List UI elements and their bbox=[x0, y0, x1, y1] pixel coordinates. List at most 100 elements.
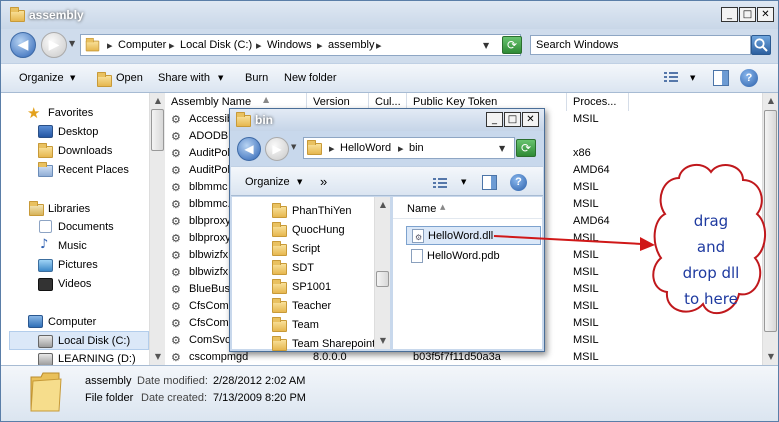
refresh-icon[interactable]: ⟳ bbox=[502, 36, 522, 54]
bin-close-button[interactable]: ✕ bbox=[522, 112, 539, 127]
cell-name: AuditPol bbox=[189, 164, 230, 176]
scroll-up-icon[interactable]: ▲ bbox=[150, 93, 166, 109]
breadcrumb-separator: ▸ bbox=[169, 40, 175, 52]
recent-pages-chevron-icon[interactable]: ▼ bbox=[291, 143, 296, 151]
recent-pages-chevron-icon[interactable]: ▼ bbox=[69, 39, 75, 48]
assembly-icon: ⚙ bbox=[171, 113, 181, 126]
nav-libraries[interactable]: Libraries bbox=[48, 203, 90, 215]
scroll-up-icon[interactable]: ▲ bbox=[375, 197, 391, 213]
nav-downloads[interactable]: Downloads bbox=[58, 145, 112, 157]
folder-tree-item[interactable]: Team bbox=[272, 317, 374, 334]
breadcrumb-local-disk[interactable]: Local Disk (C:) bbox=[180, 39, 252, 51]
bin-maximize-button[interactable]: □ bbox=[504, 112, 521, 127]
bin-minimize-button[interactable]: _ bbox=[486, 112, 503, 127]
back-button[interactable]: ◀ bbox=[10, 32, 36, 58]
address-dropdown-icon[interactable]: ▼ bbox=[499, 144, 505, 153]
folder-tree-label: Teacher bbox=[292, 300, 332, 312]
view-options-icon[interactable] bbox=[432, 176, 448, 190]
preview-pane-icon[interactable] bbox=[713, 70, 729, 86]
folder-tree-item[interactable]: SP1001 bbox=[272, 279, 374, 296]
help-icon[interactable]: ? bbox=[510, 174, 527, 191]
search-input[interactable]: Search Windows bbox=[530, 35, 751, 55]
bin-title-bar[interactable]: bin _ □ ✕ bbox=[230, 109, 544, 131]
bin-col-name[interactable]: Name ▲ bbox=[393, 197, 542, 219]
scroll-down-icon[interactable]: ▼ bbox=[763, 349, 778, 365]
desktop-icon bbox=[38, 125, 53, 138]
assembly-icon: ⚙ bbox=[171, 147, 181, 160]
callout-text-line: drop dll bbox=[682, 264, 740, 282]
folder-tree-label: Team Sharepoint bbox=[292, 338, 376, 350]
help-icon[interactable]: ? bbox=[740, 69, 758, 87]
bin-breadcrumb-bin[interactable]: bin bbox=[409, 142, 424, 154]
maximize-button[interactable]: □ bbox=[739, 7, 756, 22]
new-folder-button[interactable]: New folder bbox=[284, 72, 337, 84]
bin-tree-scrollbar[interactable]: ▲ ▼ bbox=[374, 197, 390, 349]
details-created-label: Date created: bbox=[141, 392, 208, 404]
bin-tree-scroll-thumb[interactable] bbox=[376, 271, 389, 287]
breadcrumb-assembly[interactable]: assembly bbox=[328, 39, 374, 51]
cell-name: blbproxy bbox=[189, 232, 231, 244]
nav-favorites[interactable]: Favorites bbox=[48, 107, 93, 119]
bin-breadcrumb-helloword[interactable]: HelloWord bbox=[340, 142, 391, 154]
nav-learning-drive[interactable]: LEARNING (D:) bbox=[58, 353, 136, 365]
organize-button[interactable]: Organize bbox=[19, 72, 64, 84]
breadcrumb-windows[interactable]: Windows bbox=[267, 39, 312, 51]
nav-videos[interactable]: Videos bbox=[58, 278, 91, 290]
nav-desktop[interactable]: Desktop bbox=[58, 126, 98, 138]
folder-tree-item[interactable]: Team Sharepoint bbox=[272, 336, 376, 353]
nav-scrollbar[interactable]: ▲ ▼ bbox=[149, 93, 165, 365]
cell-name: CfsComr bbox=[189, 300, 233, 312]
breadcrumb-computer[interactable]: Computer bbox=[118, 39, 166, 51]
bin-command-bar: Organize ▼ » ▼ ? bbox=[231, 166, 543, 196]
open-button[interactable]: Open bbox=[116, 72, 143, 84]
folder-icon bbox=[272, 279, 287, 294]
title-bar[interactable]: assembly _ □ ✕ bbox=[1, 1, 778, 29]
close-button[interactable]: ✕ bbox=[757, 7, 774, 22]
navigation-pane: ★ Favorites Desktop Downloads Recent Pla… bbox=[1, 93, 149, 366]
nav-local-disk[interactable]: Local Disk (C:) bbox=[58, 335, 130, 347]
folder-tree-item[interactable]: PhanThiYen bbox=[272, 203, 374, 220]
cell-proc: x86 bbox=[573, 147, 591, 159]
bin-forward-button[interactable]: ▶ bbox=[265, 137, 289, 161]
share-with-button[interactable]: Share with bbox=[158, 72, 210, 84]
folder-tree-item[interactable]: Script bbox=[272, 241, 374, 258]
cell-name: BlueBusi bbox=[189, 283, 233, 295]
forward-button[interactable]: ▶ bbox=[41, 32, 67, 58]
refresh-icon[interactable]: ⟳ bbox=[516, 139, 536, 157]
cell-proc: MSIL bbox=[573, 300, 599, 312]
search-icon[interactable] bbox=[751, 35, 771, 55]
scroll-down-icon[interactable]: ▼ bbox=[375, 333, 391, 349]
breadcrumb-separator: ▸ bbox=[376, 40, 382, 52]
more-commands-button[interactable]: » bbox=[320, 174, 327, 189]
bin-address-bar[interactable]: ▸ HelloWord ▸ bin ▼ bbox=[303, 137, 515, 159]
address-dropdown-icon[interactable]: ▼ bbox=[483, 41, 489, 50]
folder-tree-item[interactable]: Teacher bbox=[272, 298, 374, 315]
downloads-folder-icon bbox=[38, 143, 53, 158]
nav-pictures[interactable]: Pictures bbox=[58, 259, 98, 271]
cell-name: blbmmc bbox=[189, 181, 228, 193]
view-options-icon[interactable] bbox=[663, 70, 679, 84]
nav-music[interactable]: Music bbox=[58, 240, 87, 252]
nav-recent-places[interactable]: Recent Places bbox=[58, 164, 129, 176]
window-title: assembly bbox=[29, 8, 84, 22]
chevron-down-icon[interactable]: ▼ bbox=[690, 74, 695, 82]
folder-tree-item[interactable]: QuocHung bbox=[272, 222, 374, 239]
folder-tree-label: PhanThiYen bbox=[292, 205, 352, 217]
bin-organize-button[interactable]: Organize bbox=[245, 176, 290, 188]
preview-pane-icon[interactable] bbox=[482, 175, 497, 190]
folder-tree-item[interactable]: SDT bbox=[272, 260, 374, 277]
minimize-button[interactable]: _ bbox=[721, 7, 738, 22]
address-bar[interactable]: ▸ Computer ▸ Local Disk (C:) ▸ Windows ▸… bbox=[80, 34, 521, 56]
scroll-down-icon[interactable]: ▼ bbox=[150, 349, 166, 365]
cell-proc: MSIL bbox=[573, 181, 599, 193]
burn-button[interactable]: Burn bbox=[245, 72, 268, 84]
col-processor[interactable]: Proces... bbox=[567, 93, 629, 111]
folder-tree-label: SP1001 bbox=[292, 281, 332, 293]
cell-proc: MSIL bbox=[573, 113, 599, 125]
bin-back-button[interactable]: ◀ bbox=[237, 137, 261, 161]
chevron-down-icon[interactable]: ▼ bbox=[461, 178, 466, 186]
nav-documents[interactable]: Documents bbox=[58, 221, 114, 233]
nav-computer[interactable]: Computer bbox=[48, 316, 96, 328]
nav-scroll-thumb[interactable] bbox=[151, 109, 164, 151]
scroll-up-icon[interactable]: ▲ bbox=[763, 93, 778, 109]
